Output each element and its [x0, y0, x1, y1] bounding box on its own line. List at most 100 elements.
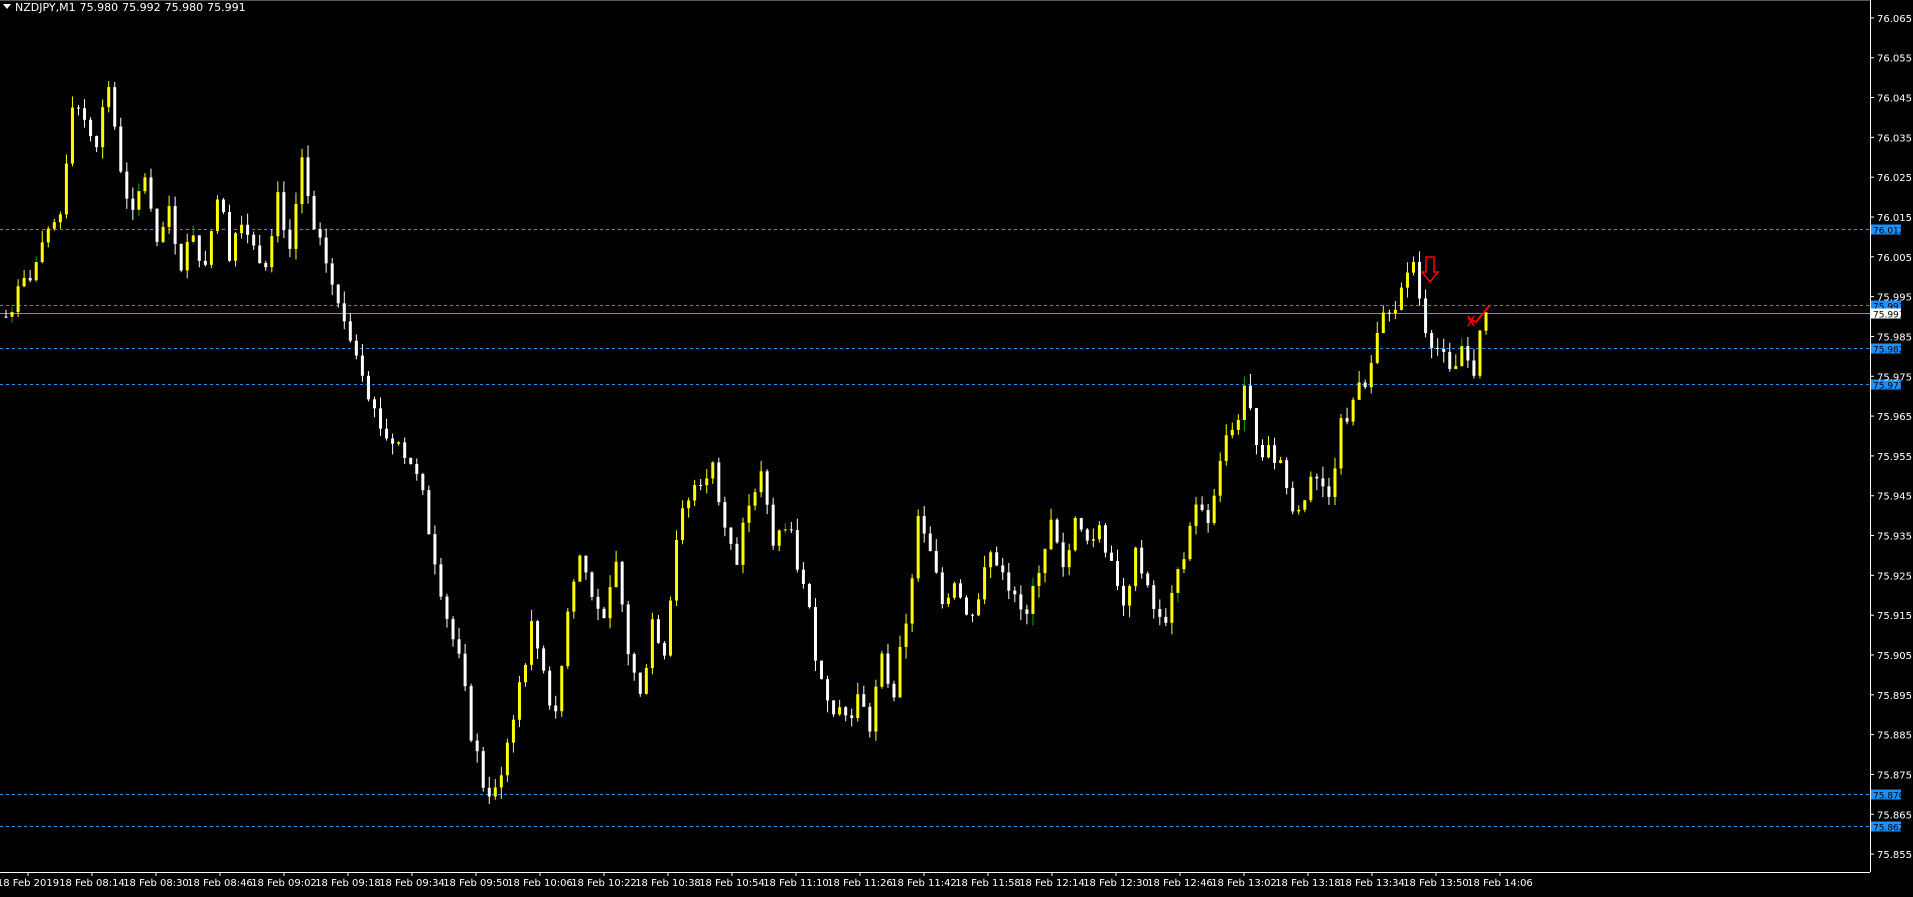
candle-body	[1369, 362, 1373, 388]
candle-body	[681, 508, 685, 541]
candle-body	[626, 604, 630, 655]
candle-body	[759, 471, 763, 493]
candle-body	[596, 596, 600, 609]
candle-body	[1484, 312, 1488, 331]
candle-body	[964, 597, 968, 615]
candle-body	[1291, 487, 1295, 512]
candle-body	[1140, 547, 1144, 574]
candle-body	[1472, 360, 1476, 376]
candle-body	[161, 226, 165, 242]
candle-body	[517, 682, 521, 720]
candle-body	[107, 87, 111, 108]
ohlc-low: 75.980	[164, 1, 204, 14]
candle-body	[493, 787, 497, 797]
candle-body	[983, 567, 987, 600]
time-tick-label: 18 Feb 09:02	[251, 878, 317, 889]
candle-body	[1430, 333, 1434, 348]
candle-body	[638, 672, 642, 694]
candle-body	[288, 230, 292, 249]
price-tick-label: 75.975	[1877, 372, 1912, 383]
candle-body	[1273, 445, 1277, 463]
candle-body	[650, 619, 654, 669]
candle-body	[898, 646, 902, 698]
candle-body	[789, 529, 793, 531]
candle-body	[306, 157, 310, 197]
price-tick-label: 75.935	[1877, 532, 1912, 543]
candle-body	[1236, 419, 1240, 430]
level-label: 75.982	[1873, 346, 1905, 356]
candle-body	[46, 228, 50, 243]
candle-body	[342, 303, 346, 322]
time-tick-label: 18 Feb 10:06	[507, 878, 573, 889]
candle-body	[1097, 525, 1101, 540]
candle-body	[379, 408, 383, 429]
chart-canvas[interactable]: 76.01275.99375.98275.97375.87075.86275.9…	[0, 0, 1913, 897]
candle-body	[318, 229, 322, 238]
candle-body	[536, 621, 540, 649]
candle-body	[487, 787, 491, 797]
candle-body	[1091, 539, 1095, 541]
candle-body	[415, 463, 419, 475]
candle-body	[687, 500, 691, 509]
candle-body	[469, 686, 473, 741]
candle-body	[1381, 312, 1385, 334]
ohlc-open: 75.980	[79, 1, 119, 14]
candle-body	[777, 530, 781, 546]
candle-body	[729, 527, 733, 544]
candle-body	[880, 653, 884, 687]
candle-body	[505, 742, 509, 776]
level-label: 75.862	[1873, 824, 1905, 834]
candle-body	[940, 572, 944, 604]
candle-body	[1007, 572, 1011, 591]
candle-body	[1460, 346, 1464, 367]
time-tick-label: 18 Feb 11:10	[763, 878, 829, 889]
candle-body	[668, 600, 672, 656]
candle-body	[971, 614, 975, 616]
candle-body	[1049, 519, 1053, 550]
candle-body	[995, 552, 999, 566]
candle-body	[1134, 547, 1138, 587]
candle-body	[1073, 518, 1077, 551]
candle-body	[34, 262, 38, 281]
candle-body	[1351, 399, 1355, 422]
time-tick-label: 18 Feb 11:26	[827, 878, 893, 889]
candle-body	[1031, 585, 1035, 614]
candle-body	[838, 707, 842, 715]
candle-body	[89, 119, 93, 137]
price-tick-label: 75.965	[1877, 412, 1912, 423]
candle-body	[1260, 444, 1264, 458]
time-tick-label: 18 Feb 13:34	[1339, 878, 1405, 889]
candle-body	[439, 564, 443, 597]
markers-layer	[1420, 256, 1491, 327]
chevron-down-icon[interactable]	[3, 4, 11, 9]
time-tick-label: 18 Feb 08:30	[123, 878, 189, 889]
candle-body	[324, 237, 328, 264]
candle-body	[548, 670, 552, 706]
price-tick-label: 76.015	[1877, 213, 1912, 224]
chart[interactable]: 76.012 75.993 75.982 75.973 75.870 75.862 75.9…	[0, 0, 1913, 897]
candle-body	[1019, 594, 1023, 610]
candle-body	[632, 654, 636, 673]
candle-body	[1242, 385, 1246, 420]
candle-body	[934, 550, 938, 573]
sell-arrow-marker	[1420, 256, 1440, 284]
candle-body	[1309, 476, 1313, 501]
price-tick-label: 75.925	[1877, 571, 1912, 582]
candle-body	[403, 442, 407, 458]
candle-body	[366, 375, 370, 400]
candle-body	[113, 87, 117, 127]
candle-body	[167, 206, 171, 227]
candle-body	[1079, 518, 1083, 530]
candle-body	[723, 502, 727, 528]
candle-body	[1188, 525, 1192, 560]
price-tick-label: 76.025	[1877, 173, 1912, 184]
price-tick-label: 75.995	[1877, 293, 1912, 304]
candle-body	[1285, 460, 1289, 488]
candle-body	[1128, 586, 1132, 606]
candle-body	[1200, 504, 1204, 510]
time-tick-label: 18 Feb 11:58	[955, 878, 1021, 889]
candle-body	[1248, 385, 1252, 409]
candle-body	[22, 277, 26, 287]
time-tick-label: 18 Feb 08:46	[187, 878, 253, 889]
candle-body	[64, 163, 68, 215]
